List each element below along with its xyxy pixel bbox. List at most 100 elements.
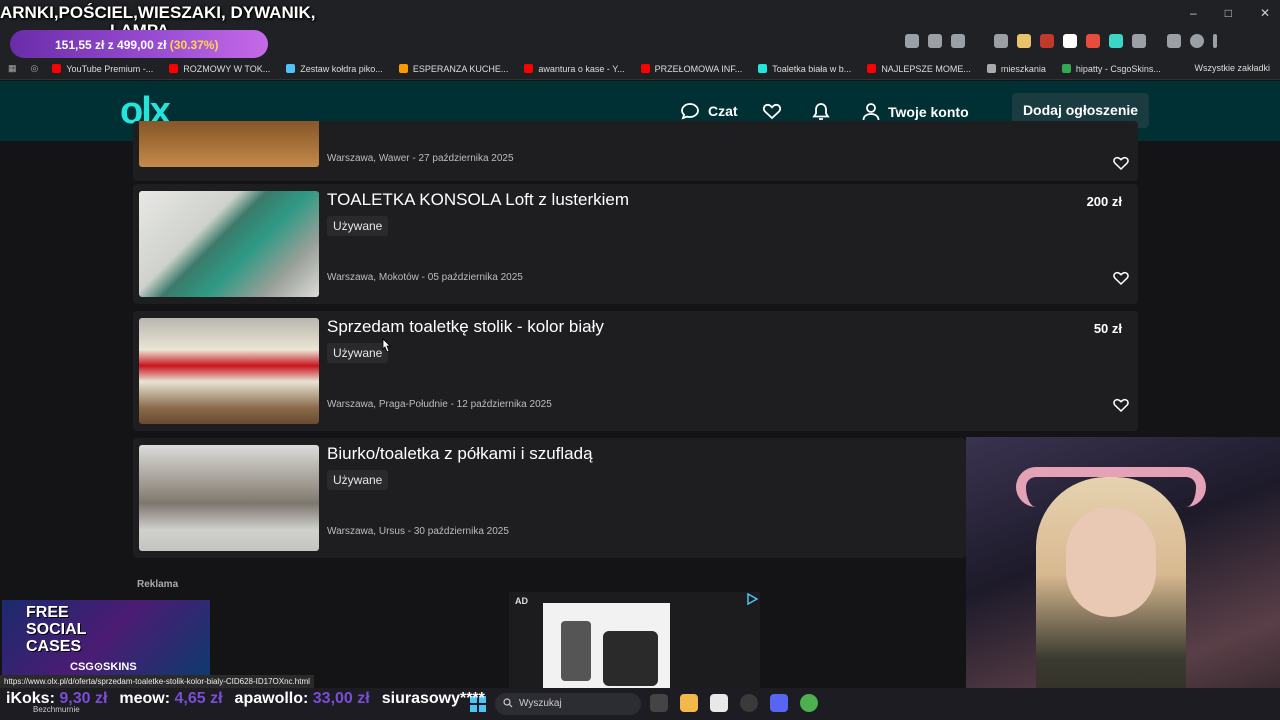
extension-icon[interactable] [1109, 34, 1123, 48]
window-controls[interactable]: – □ ✕ [1190, 6, 1270, 20]
store-icon[interactable] [710, 694, 728, 712]
menu-icon[interactable] [1213, 34, 1217, 48]
settings-icon[interactable]: ◎ [31, 63, 39, 74]
extension-icon[interactable] [1017, 34, 1031, 48]
extension-icon[interactable] [1086, 34, 1100, 48]
discord-icon[interactable] [770, 694, 788, 712]
bookmark-label: PRZEŁOMOWA INF... [654, 63, 743, 74]
ad-image[interactable] [543, 603, 670, 693]
extension-icon[interactable] [1040, 34, 1054, 48]
all-bookmarks[interactable]: Wszystkie zakładki [1194, 63, 1270, 73]
account-label: Twoje konto [888, 104, 969, 120]
bookmark-item[interactable]: hipatty - CsgoSkins... [1061, 63, 1161, 74]
donation-goal-bar: 151,55 zł z 499,00 zł (30.37%) [10, 30, 268, 58]
bookmark-label: hipatty - CsgoSkins... [1075, 63, 1161, 74]
bookmark-icon [398, 64, 408, 73]
listing-card[interactable]: Biurko/toaletka z półkami i szufladą Uży… [133, 438, 966, 558]
bookmark-label: ESPERANZA KUCHE... [412, 63, 509, 74]
ticker-amount: 4,65 zł [174, 690, 223, 707]
puzzle-icon[interactable] [1132, 34, 1146, 48]
profile-avatar[interactable] [1190, 34, 1204, 48]
extension-icon[interactable] [905, 34, 919, 48]
bookmark-item[interactable]: ESPERANZA KUCHE... [398, 63, 509, 74]
listing-card[interactable]: Warszawa, Wawer - 27 października 2025 [133, 121, 1138, 181]
zoom-icon[interactable] [928, 34, 942, 48]
bookmark-item[interactable]: mieszkania [986, 63, 1046, 74]
bookmarks-bar: ▦ ◎ YouTube Premium -... ROZMOWY W TOK...… [0, 58, 1280, 80]
favorites-link[interactable] [762, 102, 782, 120]
extension-icon[interactable] [1063, 34, 1077, 48]
taskbar-apps[interactable] [650, 694, 818, 712]
task-view-icon[interactable] [650, 694, 668, 712]
bookmark-icon [169, 64, 179, 73]
bookmark-icon [640, 64, 650, 73]
ad-choices-icon[interactable] [746, 593, 758, 605]
bookmark-icon [286, 64, 296, 73]
favorite-heart-icon[interactable] [1112, 396, 1130, 414]
listing-location: Warszawa, Wawer - 27 października 2025 [327, 153, 514, 164]
streamer-name: Bezchmurnie [33, 705, 80, 714]
maximize-button[interactable]: □ [1225, 6, 1232, 20]
listing-thumbnail[interactable] [139, 191, 319, 297]
user-icon [862, 103, 880, 121]
folder-icon[interactable] [680, 694, 698, 712]
close-button[interactable]: ✕ [1260, 6, 1270, 20]
minimize-button[interactable]: – [1190, 6, 1197, 20]
ticker-name: apawollo: [234, 690, 309, 707]
star-icon[interactable] [951, 34, 965, 48]
listing-title[interactable]: Sprzedam toaletkę stolik - kolor biały [327, 317, 604, 337]
listing-title[interactable]: TOALETKA KONSOLA Loft z lusterkiem [327, 190, 629, 210]
media-icon[interactable] [1167, 34, 1181, 48]
chrome-icon[interactable] [800, 694, 818, 712]
bookmark-item[interactable]: Toaletka biała w b... [758, 64, 851, 74]
bookmark-icon [524, 64, 534, 73]
bookmark-label: ROZMOWY W TOK... [183, 63, 271, 74]
bell-icon [812, 103, 830, 120]
listing-condition-badge: Używane [327, 216, 389, 236]
streamer-face [1066, 507, 1156, 617]
bookmark-label: mieszkania [1000, 63, 1046, 74]
listing-price: 200 zł [1086, 194, 1122, 209]
ticker-amount: 33,00 zł [312, 690, 370, 707]
listing-card[interactable]: TOALETKA KONSOLA Loft z lusterkiem Używa… [133, 184, 1138, 304]
bookmark-label: YouTube Premium -... [66, 63, 154, 74]
listing-title[interactable]: Biurko/toaletka z półkami i szufladą [327, 444, 593, 464]
bookmark-item[interactable]: Zestaw kołdra piko... [286, 64, 383, 74]
bookmark-item[interactable]: ROZMOWY W TOK... [169, 64, 270, 74]
bookmark-item[interactable]: awantura o kase - Y... [524, 64, 625, 74]
listing-location: Warszawa, Mokotów - 05 października 2025 [327, 272, 523, 283]
favorite-heart-icon[interactable] [1112, 154, 1130, 172]
bookmark-icon [867, 64, 877, 73]
headphones [1016, 467, 1206, 507]
promo-line: FREE [26, 604, 69, 621]
extension-icons[interactable] [905, 34, 1217, 48]
ad-label: AD [515, 596, 528, 606]
listing-thumbnail[interactable] [139, 445, 319, 551]
extension-icon[interactable] [994, 34, 1008, 48]
link-status-url: https://www.olx.pl/d/oferta/sprzedam-toa… [0, 675, 314, 688]
bookmark-item[interactable]: PRZEŁOMOWA INF... [640, 63, 743, 74]
chat-icon [681, 103, 699, 120]
bookmark-label: NAJLEPSZE MOME... [881, 63, 971, 74]
favorite-heart-icon[interactable] [1112, 269, 1130, 287]
bookmark-icon [758, 64, 768, 73]
bookmark-item[interactable]: NAJLEPSZE MOME... [867, 64, 971, 74]
listing-thumbnail[interactable] [139, 121, 319, 167]
listing-card[interactable]: Sprzedam toaletkę stolik - kolor biały U… [133, 311, 1138, 431]
promo-banner[interactable]: FREE SOCIAL CASES CSG⊙SKINS [2, 600, 210, 676]
listing-location: Warszawa, Ursus - 30 października 2025 [327, 526, 509, 537]
chat-link[interactable]: Czat [680, 102, 738, 120]
apps-icon[interactable]: ▦ [8, 63, 17, 74]
listing-thumbnail[interactable] [139, 318, 319, 424]
listing-condition-badge: Używane [327, 470, 389, 490]
steam-icon[interactable] [740, 694, 758, 712]
heart-icon [762, 103, 782, 120]
webcam-overlay [966, 437, 1280, 720]
bookmark-label: Toaletka biała w b... [772, 63, 852, 74]
listing-price: 50 zł [1093, 321, 1122, 336]
ad-section-label: Reklama [137, 579, 179, 590]
taskbar-search[interactable]: Wyszukaj [495, 693, 641, 715]
notifications-link[interactable] [812, 102, 830, 122]
bookmark-item[interactable]: YouTube Premium -... [52, 64, 153, 74]
account-link[interactable]: Twoje konto [862, 102, 969, 122]
